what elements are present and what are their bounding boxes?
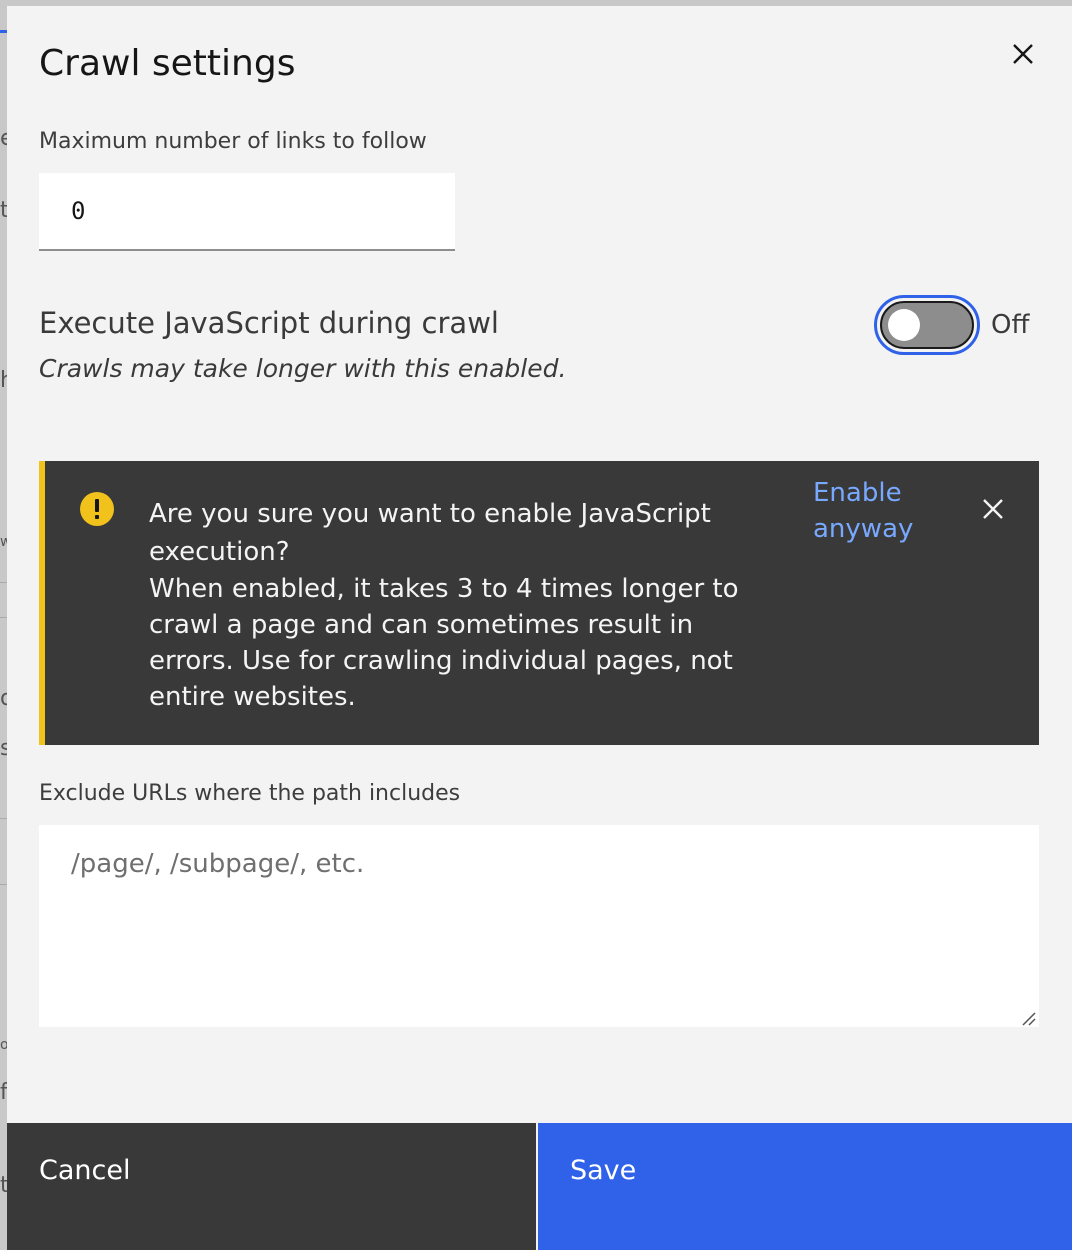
background-divider <box>0 582 7 583</box>
javascript-toggle-description: Crawls may take longer with this enabled… <box>39 354 567 383</box>
warning-body: When enabled, it takes 3 to 4 times long… <box>149 574 739 712</box>
toggle-knob <box>888 309 920 341</box>
resize-handle-icon[interactable] <box>1020 1010 1036 1026</box>
background-divider <box>0 617 7 618</box>
toggle-state-label: Off <box>991 310 1030 340</box>
crawl-settings-dialog: Crawl settings Maximum number of links t… <box>7 6 1072 1250</box>
background-divider <box>0 818 7 819</box>
background-accent-line <box>0 30 7 33</box>
cancel-button[interactable]: Cancel <box>7 1123 536 1250</box>
enable-anyway-button[interactable]: Enable anyway <box>813 475 933 547</box>
toggle-track <box>880 301 974 349</box>
max-links-input[interactable] <box>39 173 455 251</box>
close-icon <box>983 499 1003 519</box>
warning-icon <box>80 492 114 526</box>
close-icon <box>1013 44 1033 64</box>
javascript-warning-notification: Are you sure you want to enable JavaScri… <box>39 461 1039 745</box>
save-button[interactable]: Save <box>538 1123 1072 1250</box>
javascript-toggle[interactable] <box>874 295 980 355</box>
exclude-urls-label: Exclude URLs where the path includes <box>39 781 461 806</box>
javascript-toggle-heading: Execute JavaScript during crawl <box>39 306 499 340</box>
max-links-label: Maximum number of links to follow <box>39 129 427 154</box>
dialog-close-button[interactable] <box>1005 36 1041 72</box>
exclude-urls-textarea[interactable] <box>39 825 1039 1027</box>
warning-close-button[interactable] <box>975 491 1011 527</box>
background-divider <box>0 884 7 885</box>
dialog-title: Crawl settings <box>39 43 296 84</box>
warning-title: Are you sure you want to enable JavaScri… <box>149 499 711 567</box>
